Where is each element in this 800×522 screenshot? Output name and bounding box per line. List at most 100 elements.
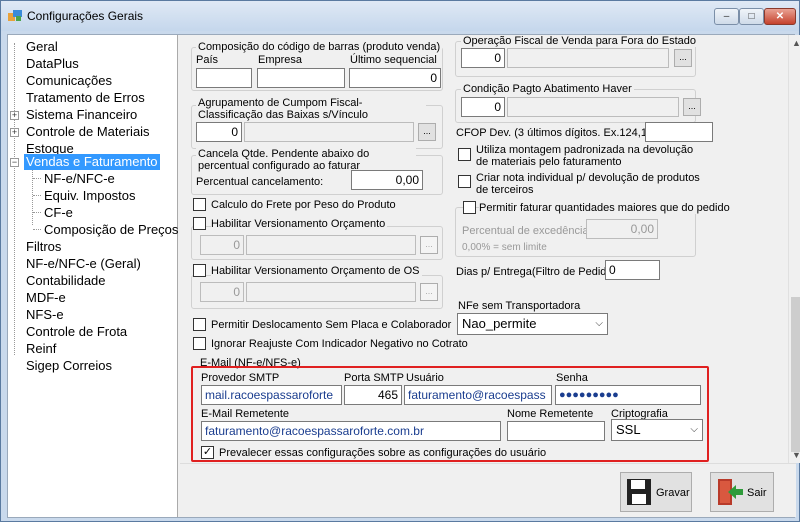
percentual-cancelamento-input[interactable]: 0,00	[351, 170, 423, 190]
pais-input[interactable]	[196, 68, 252, 88]
tree-item-equiv-impostos[interactable]: Equiv. Impostos	[44, 188, 136, 204]
ignorar-reajuste-checkbox[interactable]	[193, 337, 206, 350]
nome-remetente-input[interactable]	[507, 421, 605, 441]
dias-entrega-input[interactable]: 0	[605, 260, 660, 280]
condicao-search-button[interactable]: ...	[683, 98, 701, 116]
montagem-checkbox[interactable]	[458, 148, 471, 161]
usuario-input[interactable]: faturamento@racoespass	[404, 385, 552, 405]
percentual-excedencia-input: 0,00	[586, 219, 658, 239]
close-button[interactable]: ✕	[764, 8, 796, 25]
faturar-maior-checkbox[interactable]	[463, 201, 476, 214]
tree-item-nfe-geral[interactable]: NF-e/NFC-e (Geral)	[26, 256, 141, 272]
save-disk-icon	[626, 478, 652, 509]
porta-smtp-input[interactable]: 465	[344, 385, 402, 405]
tree-item-mdfe[interactable]: MDF-e	[26, 290, 66, 306]
percentual-excedencia-label: Percentual de excedência:	[462, 225, 592, 237]
tree-item-composicao-precos[interactable]: Composição de Preços	[44, 222, 178, 238]
tree-item-nfe-nfce[interactable]: NF-e/NFC-e	[44, 171, 115, 187]
expand-icon[interactable]: +	[10, 111, 19, 120]
senha-input[interactable]: ●●●●●●●●●	[555, 385, 701, 405]
ultimo-sequencial-input[interactable]: 0	[349, 68, 441, 88]
tree-item-vendas-faturamento[interactable]: Vendas e Faturamento	[24, 154, 160, 170]
scroll-up-icon[interactable]: ▲	[792, 38, 800, 48]
email-remetente-label: E-Mail Remetente	[201, 408, 290, 420]
tree-item-tratamento-erros[interactable]: Tratamento de Erros	[26, 90, 145, 106]
tree-item-dataplus[interactable]: DataPlus	[26, 56, 79, 72]
cfop-label: CFOP Dev. (3 últimos dígitos. Ex.124,125…	[456, 127, 666, 139]
tree-item-reinf[interactable]: Reinf	[26, 341, 56, 357]
orcamento-os-desc-input	[246, 282, 416, 302]
app-icon	[8, 10, 22, 22]
provedor-smtp-input[interactable]: mail.racoespassaroforte	[201, 385, 342, 405]
hab-orcamento-os-label: Habilitar Versionamento Orçamento de OS	[211, 265, 422, 277]
nome-remetente-label: Nome Remetente	[507, 408, 594, 420]
expand-icon[interactable]: +	[10, 128, 19, 137]
chevron-down-icon: ⌵	[690, 424, 698, 435]
calculo-frete-checkbox[interactable]	[193, 198, 206, 211]
gravar-label: Gravar	[656, 487, 690, 499]
tree-item-nfse[interactable]: NFS-e	[26, 307, 64, 323]
empresa-input[interactable]	[257, 68, 345, 88]
condicao-title: Condição Pagto Abatimento Haver	[461, 83, 634, 95]
tree-item-filtros[interactable]: Filtros	[26, 239, 61, 255]
percentual-cancelamento-label: Percentual cancelamento:	[196, 176, 324, 188]
window-title: Configurações Gerais	[27, 9, 144, 23]
hab-orcamento-checkbox[interactable]	[193, 217, 206, 230]
cfop-input[interactable]	[645, 122, 713, 142]
scrollbar-thumb[interactable]	[791, 297, 800, 452]
maximize-button[interactable]: □	[739, 8, 764, 25]
email-remetente-input[interactable]: faturamento@racoespassaroforte.com.br	[201, 421, 501, 441]
barcode-group-title: Composição do código de barras (produto …	[196, 41, 443, 53]
tree-item-sigep-correios[interactable]: Sigep Correios	[26, 358, 112, 374]
settings-tree[interactable]: Geral DataPlus Comunicações Tratamento d…	[8, 35, 178, 517]
agrupamento-code-input[interactable]: 0	[196, 122, 242, 142]
pais-label: País	[196, 54, 219, 66]
minimize-button[interactable]: –	[714, 8, 739, 25]
tree-item-controle-frota[interactable]: Controle de Frota	[26, 324, 127, 340]
excedencia-hint: 0,00% = sem limite	[462, 242, 547, 253]
prevalecer-checkbox[interactable]: ✓	[201, 446, 214, 459]
settings-window: Configurações Gerais – □ ✕ Geral DataPlu…	[0, 0, 800, 522]
condicao-desc-input	[507, 97, 679, 117]
prevalecer-label: Prevalecer essas configurações sobre as …	[219, 447, 547, 459]
permitir-deslocamento-label: Permitir Deslocamento Sem Placa e Colabo…	[211, 319, 452, 331]
hab-orcamento-os-checkbox[interactable]	[193, 264, 206, 277]
exit-door-icon	[716, 477, 744, 510]
title-bar[interactable]: Configurações Gerais – □ ✕	[1, 1, 799, 31]
agrupamento-desc-input	[244, 122, 414, 142]
operacao-code-input[interactable]: 0	[461, 48, 505, 68]
tree-item-geral[interactable]: Geral	[26, 39, 58, 55]
vertical-scrollbar[interactable]: ▲ ▼	[788, 35, 800, 463]
criptografia-select[interactable]: SSL ⌵	[611, 419, 703, 441]
porta-smtp-label: Porta SMTP	[344, 372, 404, 384]
chevron-down-icon: ⌵	[595, 318, 603, 329]
collapse-icon[interactable]: −	[10, 158, 19, 167]
tree-item-comunicacoes[interactable]: Comunicações	[26, 73, 112, 89]
usuario-label: Usuário	[406, 372, 444, 384]
provedor-smtp-label: Provedor SMTP	[201, 372, 280, 384]
nota-individual-checkbox[interactable]	[458, 175, 471, 188]
scroll-down-icon[interactable]: ▼	[792, 450, 800, 460]
nfe-sem-transp-value: Nao_permite	[462, 316, 537, 331]
tree-item-cfe[interactable]: CF-e	[44, 205, 73, 221]
tree-item-contabilidade[interactable]: Contabilidade	[26, 273, 106, 289]
gravar-button[interactable]: Gravar	[620, 472, 692, 512]
client-area: Geral DataPlus Comunicações Tratamento d…	[7, 34, 800, 518]
empresa-label: Empresa	[258, 54, 303, 66]
criptografia-value: SSL	[616, 422, 641, 437]
nota-individual-label: Criar nota individual p/ devolução de pr…	[476, 172, 700, 196]
condicao-code-input[interactable]: 0	[461, 97, 505, 117]
sair-button[interactable]: Sair	[710, 472, 774, 512]
agrupamento-search-button[interactable]: ...	[418, 123, 436, 141]
orcamento-code-input: 0	[200, 235, 244, 255]
sair-label: Sair	[747, 487, 767, 499]
orcamento-desc-input	[246, 235, 416, 255]
ultimo-sequencial-label: Último sequencial	[350, 54, 437, 66]
senha-label: Senha	[556, 372, 588, 384]
tree-item-sistema-financeiro[interactable]: Sistema Financeiro	[26, 107, 137, 123]
permitir-deslocamento-checkbox[interactable]	[193, 318, 206, 331]
tree-item-controle-materiais[interactable]: Controle de Materiais	[26, 124, 150, 140]
nfe-sem-transp-select[interactable]: Nao_permite ⌵	[457, 313, 608, 335]
operacao-search-button[interactable]: ...	[674, 49, 692, 67]
ignorar-reajuste-label: Ignorar Reajuste Com Indicador Negativo …	[211, 338, 468, 350]
